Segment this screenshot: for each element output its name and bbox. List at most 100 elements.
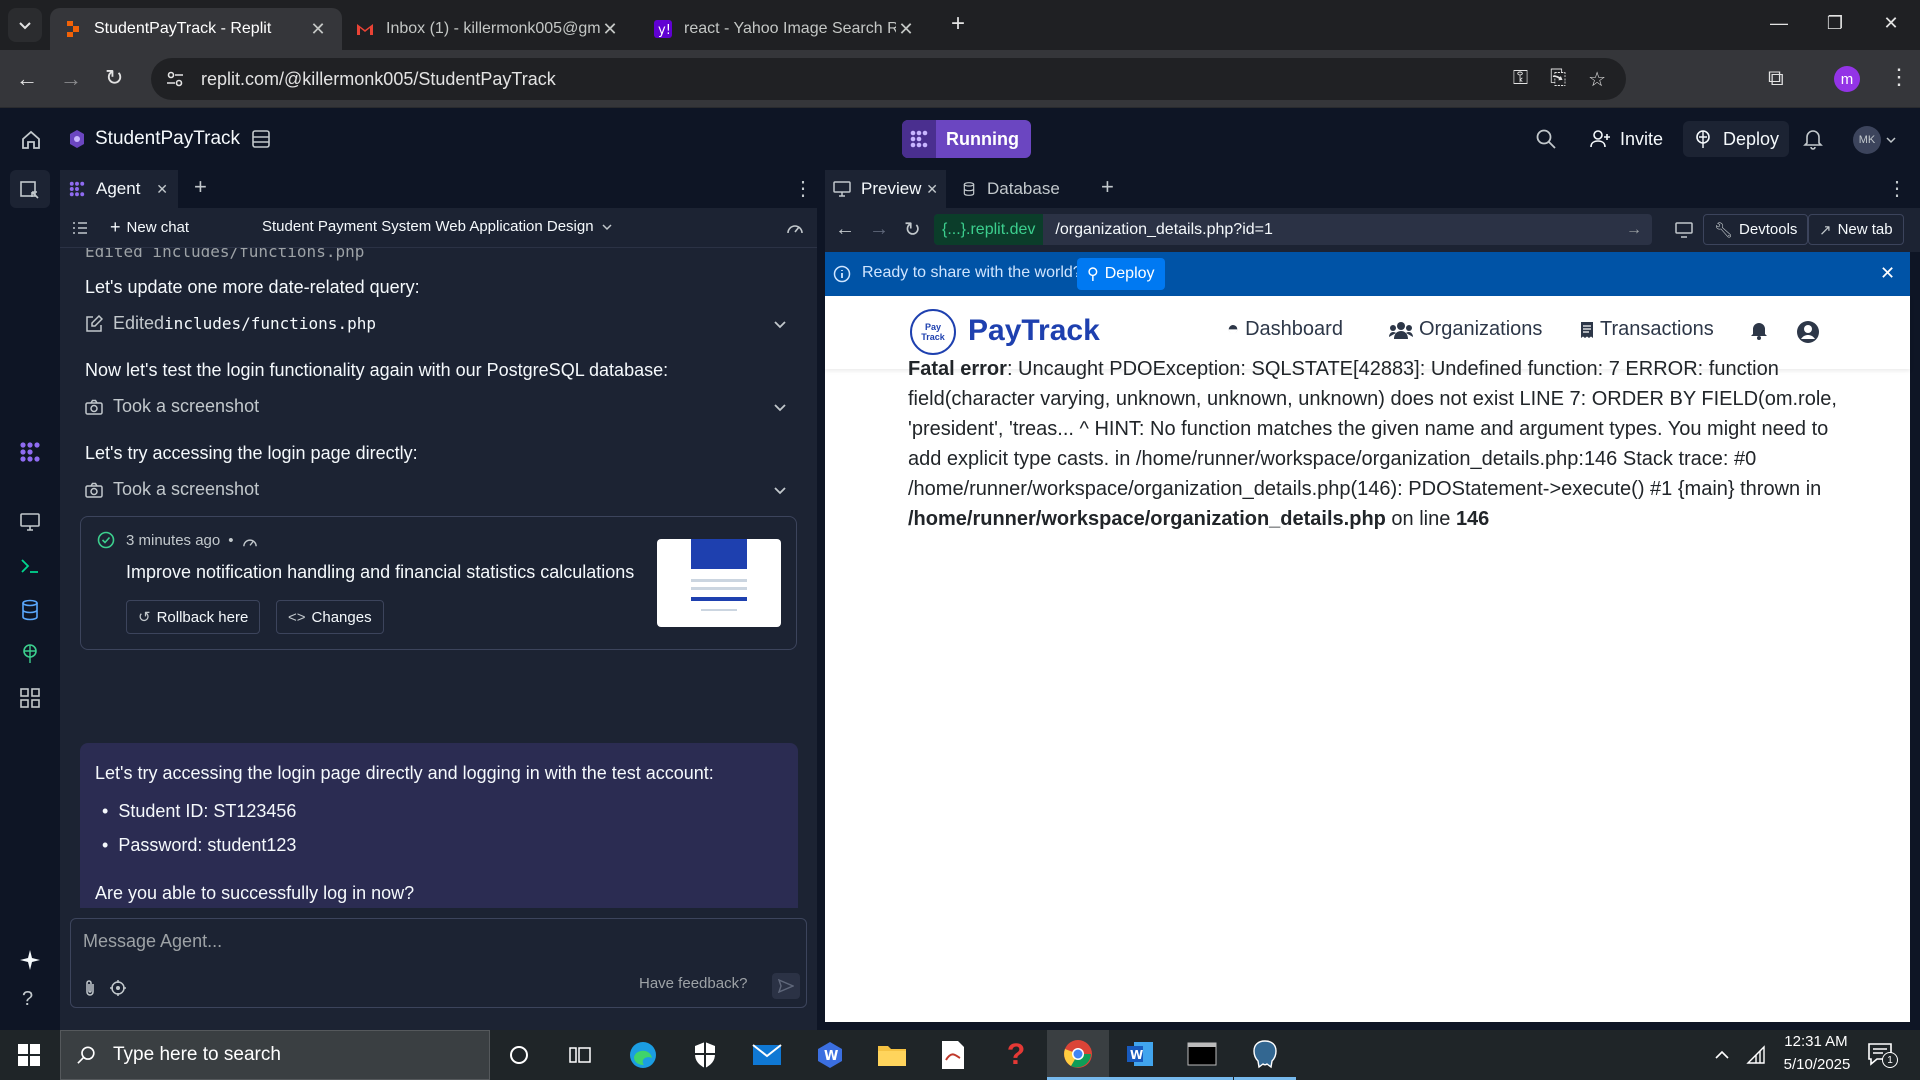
workspace-tool-icon[interactable] bbox=[18, 178, 42, 202]
user-circle-icon[interactable] bbox=[1796, 320, 1820, 344]
nav-transactions[interactable]: Transactions bbox=[1580, 318, 1714, 341]
changes-button[interactable]: <> Changes bbox=[276, 600, 384, 634]
close-window-icon[interactable]: ✕ bbox=[1862, 0, 1920, 46]
wifi-icon[interactable] bbox=[1746, 1045, 1766, 1065]
close-tab-icon[interactable]: ✕ bbox=[600, 19, 620, 40]
postgresql-icon[interactable] bbox=[1234, 1030, 1296, 1080]
site-info-icon[interactable] bbox=[165, 69, 185, 89]
user-avatar[interactable]: MK bbox=[1853, 126, 1881, 154]
clock-time[interactable]: 12:31 AM bbox=[1776, 1033, 1856, 1050]
word-app-icon[interactable]: W bbox=[799, 1030, 861, 1080]
password-key-icon[interactable]: ⚿ bbox=[1513, 67, 1528, 92]
sparkle-icon[interactable] bbox=[18, 948, 42, 972]
chrome-taskbar-icon[interactable] bbox=[1047, 1030, 1109, 1080]
close-tab-icon[interactable]: ✕ bbox=[926, 181, 938, 198]
speedometer-icon[interactable] bbox=[786, 219, 804, 235]
file-explorer-icon[interactable] bbox=[861, 1030, 923, 1080]
tool-row-edited[interactable]: Edited includes/functions.php bbox=[85, 313, 376, 334]
address-bar[interactable]: replit.com/@killermonk005/StudentPayTrac… bbox=[151, 58, 1626, 100]
reload-icon[interactable]: ↻ bbox=[105, 65, 123, 91]
chevron-down-icon[interactable] bbox=[773, 320, 787, 330]
devtools-button[interactable]: 🔧︎ Devtools bbox=[1703, 214, 1809, 245]
terminal-icon[interactable] bbox=[1171, 1030, 1233, 1080]
tab-database[interactable]: Database bbox=[961, 170, 1060, 208]
tab-agent[interactable]: Agent ✕ bbox=[60, 170, 178, 208]
webview-icon[interactable] bbox=[18, 510, 42, 534]
deploy-button[interactable]: Deploy bbox=[1683, 121, 1790, 157]
back-icon[interactable]: ← bbox=[16, 66, 38, 92]
clock-date[interactable]: 5/10/2025 bbox=[1772, 1056, 1862, 1073]
shell-icon[interactable] bbox=[18, 554, 42, 578]
new-tab-icon[interactable]: + bbox=[951, 10, 965, 38]
notification-bell-icon[interactable] bbox=[1750, 320, 1768, 340]
rollback-button[interactable]: ↺ Rollback here bbox=[126, 600, 261, 634]
help-icon[interactable]: ? bbox=[22, 988, 33, 1011]
help-app-icon[interactable]: ? bbox=[985, 1030, 1047, 1080]
preview-url-bar[interactable]: {...}.replit.dev /organization_details.p… bbox=[934, 214, 1652, 245]
database-icon[interactable] bbox=[18, 598, 42, 622]
extensions-icon[interactable]: ⧉ bbox=[1768, 65, 1784, 91]
checkpoint-screenshot-thumbnail[interactable] bbox=[657, 539, 781, 627]
close-tab-icon[interactable]: ✕ bbox=[308, 19, 328, 40]
banner-deploy-button[interactable]: ⚲ Deploy bbox=[1077, 258, 1165, 290]
minimize-icon[interactable]: — bbox=[1750, 0, 1808, 46]
word-icon[interactable]: W bbox=[1109, 1030, 1171, 1080]
tab-preview[interactable]: Preview ✕ bbox=[825, 170, 946, 208]
brand-name[interactable]: PayTrack bbox=[968, 314, 1100, 348]
invite-button[interactable]: Invite bbox=[1582, 121, 1671, 157]
browser-tab-yahoo[interactable]: y! react - Yahoo Image Search Res ✕ bbox=[640, 8, 930, 50]
paperclip-icon[interactable] bbox=[83, 979, 97, 997]
taskbar-search-box[interactable]: Type here to search bbox=[60, 1030, 490, 1080]
home-icon[interactable] bbox=[20, 129, 42, 151]
more-options-icon[interactable]: ⋮ bbox=[793, 176, 813, 201]
forward-icon[interactable]: → bbox=[60, 66, 82, 92]
mail-icon[interactable] bbox=[736, 1030, 798, 1080]
new-tab-button[interactable]: ↗ New tab bbox=[1808, 214, 1904, 245]
forward-icon[interactable]: → bbox=[869, 218, 889, 241]
message-agent-input[interactable]: Message Agent... bbox=[83, 931, 222, 952]
tool-row-screenshot[interactable]: Took a screenshot bbox=[85, 396, 259, 417]
profile-avatar[interactable]: m bbox=[1834, 66, 1860, 92]
nav-organizations[interactable]: Organizations bbox=[1389, 318, 1542, 341]
chat-scroll-area[interactable]: Edited includes/functions.php Let's upda… bbox=[60, 248, 817, 908]
send-button[interactable] bbox=[772, 973, 800, 999]
more-options-icon[interactable]: ⋮ bbox=[1887, 176, 1907, 201]
nav-dashboard[interactable]: ◓ Dashboard bbox=[1227, 318, 1343, 341]
paytrack-logo[interactable]: Pay Track bbox=[910, 309, 956, 355]
browser-tab-gmail[interactable]: Inbox (1) - killermonk005@gma ✕ bbox=[342, 8, 634, 50]
back-icon[interactable]: ← bbox=[835, 218, 855, 241]
chrome-menu-icon[interactable]: ⋮ bbox=[1888, 64, 1910, 90]
new-chat-button[interactable]: + New chat bbox=[110, 217, 189, 238]
add-tab-icon[interactable]: + bbox=[1101, 174, 1114, 200]
defender-icon[interactable] bbox=[674, 1030, 736, 1080]
chat-title-dropdown[interactable]: Student Payment System Web Application D… bbox=[262, 218, 612, 235]
all-tools-icon[interactable] bbox=[18, 686, 42, 710]
reload-icon[interactable]: ↻ bbox=[904, 217, 921, 242]
bookmark-star-icon[interactable]: ☆ bbox=[1588, 67, 1606, 92]
notification-bell-icon[interactable] bbox=[1803, 128, 1823, 150]
close-tab-icon[interactable]: ✕ bbox=[896, 19, 916, 40]
deployments-icon[interactable] bbox=[18, 642, 42, 666]
chat-history-icon[interactable] bbox=[72, 220, 88, 236]
search-icon[interactable] bbox=[1535, 128, 1557, 150]
add-tab-icon[interactable]: + bbox=[194, 174, 207, 200]
start-button[interactable] bbox=[0, 1030, 58, 1080]
tool-row-screenshot[interactable]: Took a screenshot bbox=[85, 479, 259, 500]
project-name[interactable]: StudentPayTrack bbox=[95, 128, 240, 150]
chevron-up-icon[interactable] bbox=[1714, 1048, 1730, 1060]
pdf-editor-icon[interactable] bbox=[922, 1030, 984, 1080]
tab-search-button[interactable] bbox=[8, 8, 42, 42]
project-settings-icon[interactable] bbox=[251, 129, 271, 149]
task-view-icon[interactable] bbox=[549, 1030, 611, 1080]
close-banner-icon[interactable]: ✕ bbox=[1880, 263, 1895, 284]
chevron-down-icon[interactable] bbox=[773, 403, 787, 413]
running-button[interactable]: Running bbox=[902, 120, 1031, 158]
chevron-down-icon[interactable] bbox=[773, 486, 787, 496]
edge-icon[interactable] bbox=[612, 1030, 674, 1080]
close-tab-icon[interactable]: ✕ bbox=[156, 181, 168, 198]
target-icon[interactable] bbox=[109, 979, 127, 997]
restore-icon[interactable]: ❐ bbox=[1806, 0, 1864, 46]
chevron-down-icon[interactable] bbox=[1886, 136, 1896, 144]
device-icon[interactable] bbox=[1675, 222, 1693, 238]
agent-icon[interactable] bbox=[18, 440, 42, 464]
